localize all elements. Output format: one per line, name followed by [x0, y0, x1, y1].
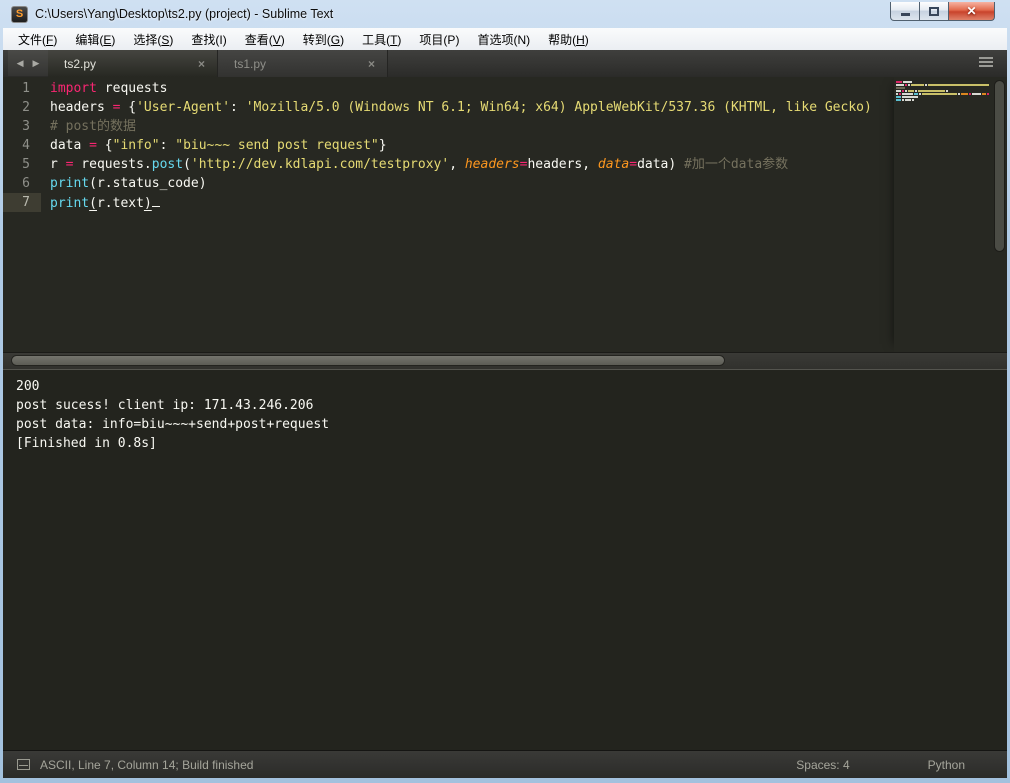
- tab-scroll-left-icon[interactable]: ◀: [17, 58, 24, 69]
- line-number: 5: [22, 157, 30, 172]
- text-caret: [151, 193, 160, 207]
- vertical-scrollbar[interactable]: [994, 80, 1005, 252]
- code-text: r = requests.post('http://dev.kdlapi.com…: [50, 157, 789, 172]
- code-area: 1 import requests 2 headers = {'User-Agent'…: [3, 79, 1007, 212]
- minimize-icon: [900, 13, 910, 16]
- tab-scroll-right-icon[interactable]: ▶: [33, 58, 40, 69]
- menu-item-s[interactable]: 选择(S): [124, 28, 182, 51]
- code-line[interactable]: 2 headers = {'User-Agent': 'Mozilla/5.0 (…: [3, 98, 1007, 117]
- code-text: headers = {'User-Agent': 'Mozilla/5.0 (W…: [50, 100, 872, 115]
- panel-toggle-icon[interactable]: [17, 759, 30, 770]
- code-line[interactable]: 4 data = {"info": "biu~~~ send post reque…: [3, 136, 1007, 155]
- code-text: import requests: [50, 81, 168, 96]
- code-text: data = {"info": "biu~~~ send post reques…: [50, 138, 387, 153]
- minimize-button[interactable]: [890, 2, 920, 21]
- status-text: ASCII, Line 7, Column 14; Build finished: [40, 757, 254, 772]
- console-line: post data: info=biu~~~+send+post+request: [16, 417, 330, 432]
- editor-pane[interactable]: 1 import requests 2 headers = {'User-Agent'…: [3, 77, 1007, 352]
- tab-bar: ◀ ▶ ts2.py × ts1.py ×: [3, 50, 1007, 77]
- menu-item-n[interactable]: 首选项(N): [468, 28, 539, 51]
- menu-bar: 文件(F) 编辑(E) 选择(S) 查找(I) 查看(V) 转到(G) 工具(T) 项目(P)…: [3, 28, 1007, 50]
- tab-overflow-menu-icon[interactable]: [979, 57, 993, 67]
- menu-item-p[interactable]: 项目(P): [410, 28, 468, 51]
- menu-item-h[interactable]: 帮助(H): [539, 28, 598, 51]
- tab-ts1py[interactable]: ts1.py ×: [218, 50, 388, 77]
- window-controls: ✕: [890, 2, 995, 21]
- console-line: 200: [16, 379, 40, 394]
- indent-setting[interactable]: Spaces: 4: [796, 758, 849, 772]
- tab-close-icon[interactable]: ×: [194, 57, 209, 71]
- console-line: post sucess! client ip: 171.43.246.206: [16, 398, 314, 413]
- maximize-icon: [929, 6, 939, 16]
- console-output: 200 post sucess! client ip: 171.43.246.20…: [16, 377, 994, 453]
- code-line[interactable]: 1 import requests: [3, 79, 1007, 98]
- code-text: # post的数据: [50, 119, 136, 134]
- close-icon: ✕: [966, 4, 977, 18]
- code-text: print(r.status_code): [50, 176, 207, 191]
- maximize-button[interactable]: [920, 2, 949, 21]
- menu-item-t[interactable]: 工具(T): [353, 28, 410, 51]
- menu-item-f[interactable]: 文件(F): [9, 28, 66, 51]
- tab-strip: ts2.py × ts1.py ×: [48, 50, 388, 77]
- title-bar[interactable]: S C:\Users\Yang\Desktop\ts2.py (project)…: [3, 0, 1007, 28]
- build-output-panel: 200 post sucess! client ip: 171.43.246.20…: [3, 369, 1007, 750]
- tab-label: ts2.py: [64, 56, 97, 71]
- tab-close-icon[interactable]: ×: [364, 57, 379, 71]
- horizontal-scrollbar-track: [3, 352, 1007, 369]
- line-number: 7: [3, 193, 41, 212]
- menu-item-g[interactable]: 转到(G): [294, 28, 353, 51]
- line-number: 4: [22, 138, 30, 153]
- menu-item-i[interactable]: 查找(I): [182, 28, 235, 51]
- code-line[interactable]: 3 # post的数据: [3, 117, 1007, 136]
- sublime-text-icon: S: [11, 5, 28, 23]
- console-line: [Finished in 0.8s]: [16, 436, 157, 451]
- tab-ts2py[interactable]: ts2.py ×: [48, 50, 218, 77]
- menu-item-v[interactable]: 查看(V): [236, 28, 294, 51]
- sublime-text-window: S C:\Users\Yang\Desktop\ts2.py (project)…: [0, 0, 1010, 783]
- menu-item-e[interactable]: 编辑(E): [66, 28, 124, 51]
- minimap[interactable]: [894, 77, 991, 352]
- code-line[interactable]: 7 print(r.text): [3, 193, 1007, 212]
- syntax-setting[interactable]: Python: [928, 758, 965, 772]
- line-number: 1: [22, 81, 30, 96]
- code-text: print(r.text): [41, 193, 160, 212]
- close-button[interactable]: ✕: [949, 2, 995, 21]
- tab-label: ts1.py: [234, 56, 267, 71]
- window-title: C:\Users\Yang\Desktop\ts2.py (project) -…: [35, 7, 334, 21]
- line-number: 2: [22, 100, 30, 115]
- line-number: 6: [22, 176, 30, 191]
- tab-scroll-nav: ◀ ▶: [8, 50, 48, 76]
- line-number: 3: [22, 119, 30, 134]
- status-bar: ASCII, Line 7, Column 14; Build finished…: [3, 750, 1007, 778]
- code-line[interactable]: 5 r = requests.post('http://dev.kdlapi.co…: [3, 155, 1007, 174]
- horizontal-scrollbar[interactable]: [11, 355, 725, 366]
- code-line[interactable]: 6 print(r.status_code): [3, 174, 1007, 193]
